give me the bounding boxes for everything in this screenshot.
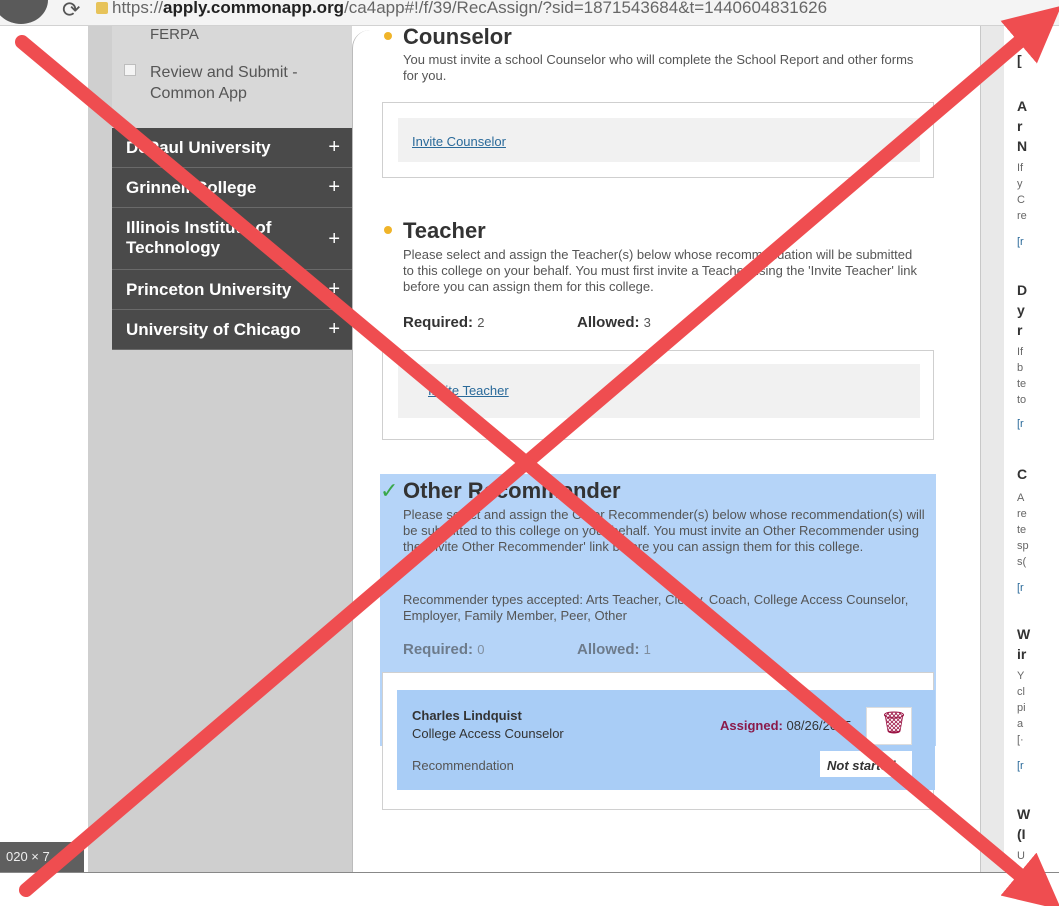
help-fragment: A: [1017, 98, 1028, 114]
recommendation-status: Not started: [827, 758, 896, 773]
other-recommender-description: Please select and assign the Other Recom…: [403, 507, 925, 554]
checkmark-icon: ✓: [380, 478, 399, 503]
sidebar-item-princeton[interactable]: Princeton University +: [112, 270, 352, 310]
help-fragment: pi: [1017, 702, 1026, 714]
required-label: Required:: [403, 314, 474, 331]
recommender-types: Recommender types accepted: Arts Teacher…: [403, 592, 909, 623]
teacher-description: Please select and assign the Teacher(s) …: [403, 247, 917, 294]
help-fragment: r: [1017, 118, 1023, 134]
help-fragment: to: [1017, 394, 1027, 406]
expand-plus-icon[interactable]: +: [328, 136, 340, 159]
help-fragment: C: [1017, 194, 1025, 206]
review-checkbox: [124, 64, 136, 76]
help-fragment: y: [1017, 302, 1025, 318]
recommender-name[interactable]: Charles Lindquist: [412, 708, 522, 723]
required-label: Required:: [403, 641, 474, 658]
size-badge: 020 × 7: [0, 842, 84, 872]
help-link[interactable]: [r: [1017, 582, 1024, 594]
page-bottom: [0, 872, 1059, 906]
teacher-title: Teacher: [403, 218, 486, 243]
expand-plus-icon[interactable]: +: [328, 278, 340, 301]
help-fragment: If: [1017, 162, 1024, 174]
counselor-title: Counselor: [403, 24, 512, 49]
status-bullet-icon: [384, 32, 392, 40]
url-prefix: https://: [112, 0, 164, 17]
help-fragment: s(: [1017, 556, 1027, 568]
help-fragment: ir: [1017, 646, 1027, 662]
help-fragment: U: [1017, 850, 1025, 862]
teacher-required: Required: 2: [403, 314, 484, 331]
other-required: Required: 0: [403, 641, 484, 658]
browser-toolbar: ⟳ https://apply.commonapp.org/ca4app#!/f…: [0, 0, 1059, 26]
address-bar[interactable]: https://apply.commonapp.org/ca4app#!/f/3…: [112, 0, 827, 18]
allowed-value: 3: [643, 315, 651, 330]
other-recommender-title: Other Recommender: [403, 478, 621, 503]
help-link[interactable]: [r: [1017, 418, 1024, 430]
assigned-label: Assigned:: [720, 718, 783, 733]
allowed-value: 1: [643, 642, 651, 657]
help-fragment: C: [1017, 466, 1028, 482]
lock-icon: [96, 2, 108, 14]
assigned-status: Assigned: 08/26/2015: [720, 718, 852, 733]
allowed-label: Allowed:: [577, 641, 640, 658]
help-fragment: sp: [1017, 540, 1029, 552]
help-fragment: Y: [1017, 670, 1025, 682]
invite-counselor-link[interactable]: Invite Counselor: [412, 134, 506, 149]
sidebar-item-grinnell[interactable]: Grinnell College +: [112, 168, 352, 208]
college-label: University of Chicago: [126, 320, 301, 339]
counselor-description: You must invite a school Counselor who w…: [403, 52, 914, 83]
help-fragment: te: [1017, 524, 1027, 536]
url-domain: apply.commonapp.org: [163, 0, 345, 17]
trash-icon[interactable]: 🗑: [880, 710, 908, 736]
assigned-date: 08/26/2015: [786, 718, 852, 733]
reload-icon[interactable]: ⟳: [62, 0, 80, 23]
help-fragment: [·: [1017, 734, 1024, 746]
help-fragment: If: [1017, 346, 1024, 358]
help-panel: [1004, 26, 1059, 872]
help-fragment: b: [1017, 362, 1024, 374]
help-fragment: re: [1017, 508, 1027, 520]
expand-plus-icon[interactable]: +: [328, 176, 340, 199]
college-label: Illinois Institute of Technology: [126, 218, 272, 257]
help-fragment: a: [1017, 718, 1024, 730]
allowed-label: Allowed:: [577, 314, 640, 331]
required-value: 2: [477, 315, 485, 330]
college-label: Princeton University: [126, 280, 292, 299]
required-value: 0: [477, 642, 485, 657]
help-fragment: re: [1017, 210, 1027, 222]
sidebar-item-depaul[interactable]: DePaul University +: [112, 128, 352, 168]
sidebar-item-ferpa[interactable]: FERPA: [150, 26, 199, 43]
expand-plus-icon[interactable]: +: [328, 318, 340, 341]
recommendation-label: Recommendation: [412, 758, 514, 773]
scroll-gutter: [980, 26, 1004, 872]
expand-plus-icon[interactable]: +: [328, 228, 340, 251]
sidebar-item-review-submit[interactable]: Review and Submit - Common App: [150, 62, 330, 104]
invite-teacher-link[interactable]: Invite Teacher: [428, 383, 509, 398]
status-bullet-icon: [384, 226, 392, 234]
help-fragment: cl: [1017, 686, 1025, 698]
help-fragment: (I: [1017, 826, 1026, 842]
help-fragment: D: [1017, 282, 1028, 298]
teacher-allowed: Allowed: 3: [577, 314, 651, 331]
help-link[interactable]: [r: [1017, 236, 1024, 248]
help-fragment: A: [1017, 492, 1025, 504]
sidebar-item-uchicago[interactable]: University of Chicago +: [112, 310, 352, 350]
page-margin-left: [0, 26, 88, 876]
help-fragment: r: [1017, 322, 1023, 338]
screen: ⟳ https://apply.commonapp.org/ca4app#!/f…: [0, 0, 1059, 906]
help-fragment: y: [1017, 178, 1023, 190]
recommender-role: College Access Counselor: [412, 726, 564, 741]
help-fragment: W: [1017, 806, 1031, 822]
other-allowed: Allowed: 1: [577, 641, 651, 658]
help-fragment: te: [1017, 378, 1027, 390]
help-link[interactable]: [r: [1017, 760, 1024, 772]
college-label: Grinnell College: [126, 178, 257, 197]
sidebar-item-iit[interactable]: Illinois Institute of Technology +: [112, 208, 352, 270]
profile-avatar[interactable]: [0, 0, 48, 24]
help-fragment: N: [1017, 138, 1028, 154]
url-path: /ca4app#!/f/39/RecAssign/?sid=1871543684…: [344, 0, 828, 17]
college-label: DePaul University: [126, 138, 271, 157]
help-fragment: [: [1017, 52, 1022, 68]
help-fragment: W: [1017, 626, 1031, 642]
